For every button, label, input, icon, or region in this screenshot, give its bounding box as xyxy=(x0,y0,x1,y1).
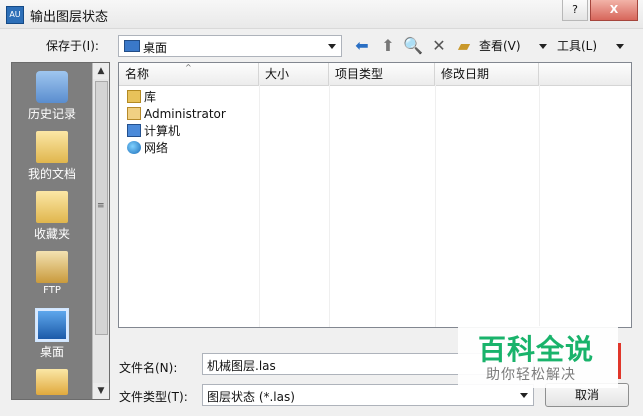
list-item[interactable]: 计算机 xyxy=(127,123,180,140)
column-modified[interactable]: 修改日期 xyxy=(435,63,539,85)
sort-ascending-icon: ^ xyxy=(185,63,192,72)
ftp-icon xyxy=(36,251,68,283)
history-icon xyxy=(36,71,68,103)
desktop-icon xyxy=(124,40,140,52)
help-button[interactable]: ? xyxy=(562,0,588,21)
file-list-header: 名称 ^ 大小 项目类型 修改日期 xyxy=(119,63,631,86)
scroll-down-icon[interactable]: ▼ xyxy=(93,383,109,399)
list-item[interactable]: Administrator xyxy=(127,106,226,123)
places-bar: 历史记录 我的文档 收藏夹 FTP 桌面 ▲ ≡ ▼ xyxy=(11,62,110,400)
up-folder-icon[interactable]: ⬆ xyxy=(378,36,398,56)
close-button[interactable]: X xyxy=(590,0,638,21)
filename-label: 文件名(N): xyxy=(119,361,178,375)
library-icon xyxy=(127,90,141,103)
watermark: 百科全说 助你轻松解决 xyxy=(458,326,618,388)
list-item-label: 网络 xyxy=(144,141,169,155)
place-favorites[interactable]: 收藏夹 xyxy=(12,191,92,242)
list-item[interactable]: 库 xyxy=(127,89,156,106)
tools-menu[interactable]: 工具(L) xyxy=(557,37,597,54)
network-icon xyxy=(127,141,141,154)
view-dropdown-arrow[interactable] xyxy=(539,44,547,49)
list-item-label: Administrator xyxy=(144,107,226,121)
watermark-title: 百科全说 xyxy=(478,333,595,366)
file-list[interactable]: 名称 ^ 大小 项目类型 修改日期 库 Administrator 计算机 网络 xyxy=(118,62,632,328)
user-folder-icon xyxy=(127,107,141,120)
list-item[interactable]: 网络 xyxy=(127,140,168,157)
place-folder[interactable] xyxy=(12,369,92,397)
column-divider xyxy=(435,85,436,327)
scroll-up-icon[interactable]: ▲ xyxy=(93,63,109,79)
place-label: 我的文档 xyxy=(27,167,76,181)
chevron-down-icon xyxy=(520,393,528,398)
filetype-value: 图层状态 (*.las) xyxy=(207,390,295,404)
chevron-down-icon xyxy=(328,44,336,49)
column-divider xyxy=(259,85,260,327)
place-label: 收藏夹 xyxy=(33,227,70,241)
place-label: FTP xyxy=(43,285,61,296)
list-item-label: 计算机 xyxy=(144,124,181,138)
filename-value: 机械图层.las xyxy=(207,359,276,373)
back-icon[interactable]: ⬅ xyxy=(352,36,372,56)
desktop-icon xyxy=(35,308,69,342)
new-folder-icon[interactable]: ▰ xyxy=(454,36,474,56)
column-size[interactable]: 大小 xyxy=(259,63,329,85)
accent-bar xyxy=(618,343,621,379)
app-icon: AU xyxy=(6,6,24,24)
documents-icon xyxy=(36,131,68,163)
list-item-label: 库 xyxy=(144,90,157,104)
column-type[interactable]: 项目类型 xyxy=(329,63,435,85)
favorites-icon xyxy=(36,191,68,223)
computer-icon xyxy=(127,124,141,137)
save-in-value: 桌面 xyxy=(143,41,168,55)
place-documents[interactable]: 我的文档 xyxy=(12,131,92,182)
place-ftp[interactable]: FTP xyxy=(12,251,92,296)
view-menu[interactable]: 查看(V) xyxy=(479,37,521,54)
window-title: 输出图层状态 xyxy=(30,10,109,25)
delete-icon[interactable]: ✕ xyxy=(429,36,449,56)
column-divider xyxy=(539,85,540,327)
filetype-label: 文件类型(T): xyxy=(119,390,188,404)
save-in-dropdown[interactable]: 桌面 xyxy=(118,35,342,57)
places-scrollbar[interactable]: ▲ ≡ ▼ xyxy=(92,63,109,399)
place-desktop[interactable]: 桌面 xyxy=(12,308,92,360)
title-bar: AU 输出图层状态 ? X xyxy=(0,0,643,29)
place-history[interactable]: 历史记录 xyxy=(12,71,92,122)
folder-icon xyxy=(36,369,68,395)
place-label: 历史记录 xyxy=(27,107,76,121)
watermark-subtitle: 助你轻松解决 xyxy=(486,367,576,383)
place-label: 桌面 xyxy=(39,345,64,359)
save-in-label: 保存于(I): xyxy=(46,39,99,53)
scrollbar-grip-icon: ≡ xyxy=(97,201,105,211)
tools-dropdown-arrow[interactable] xyxy=(616,44,624,49)
column-divider xyxy=(329,85,330,327)
search-web-icon[interactable]: 🔍 xyxy=(403,36,423,56)
